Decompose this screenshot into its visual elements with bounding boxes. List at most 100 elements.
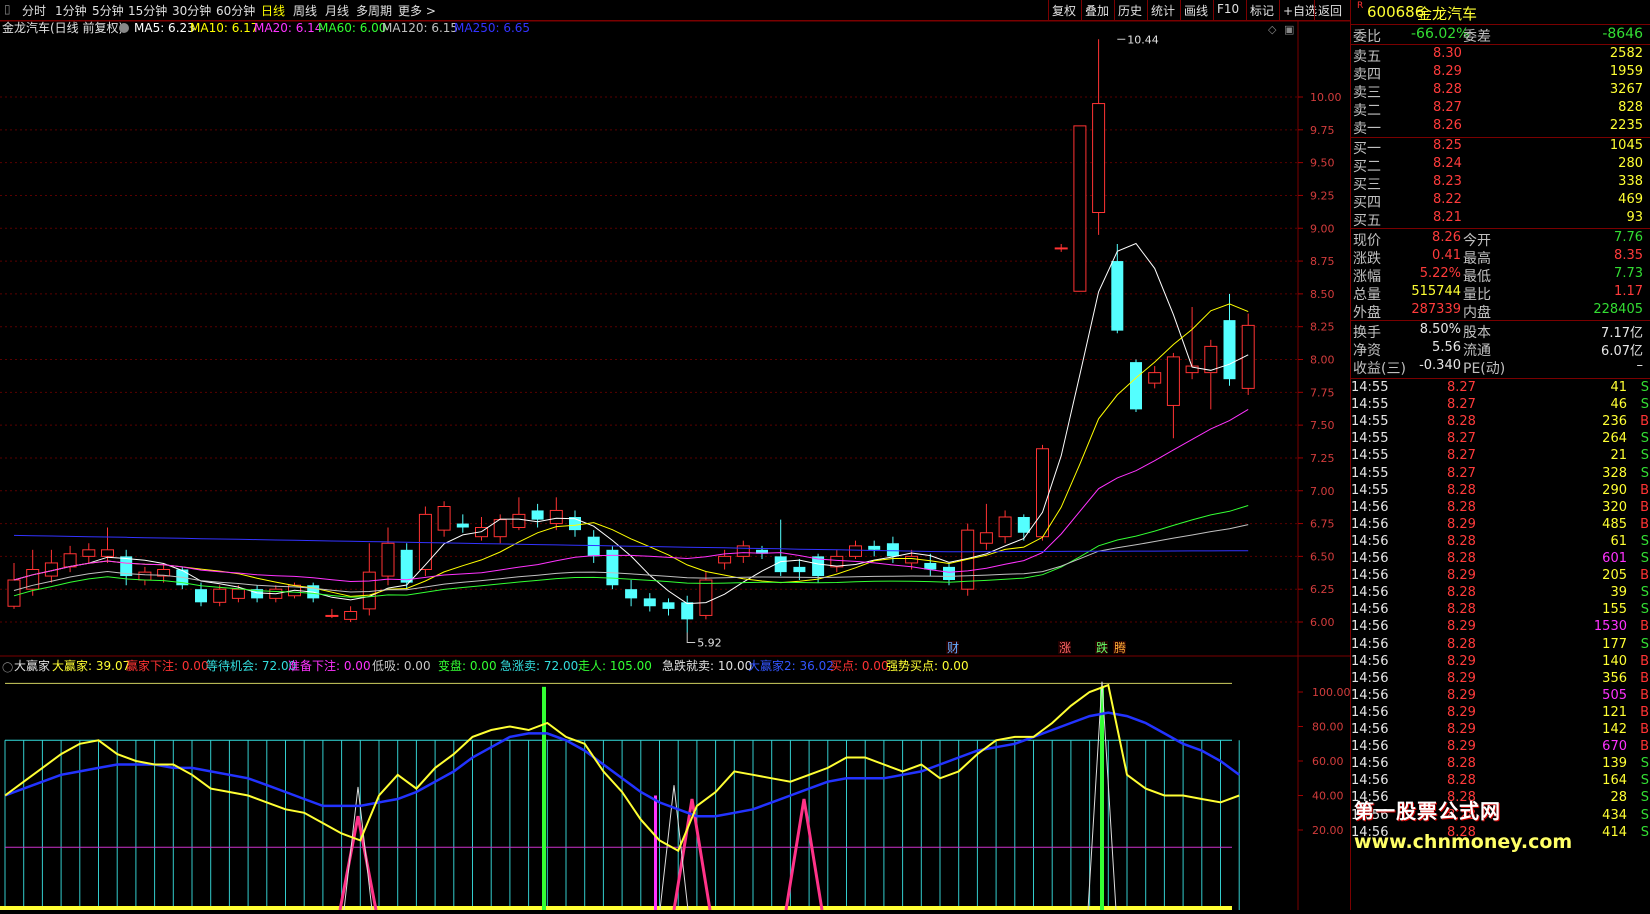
tick-price: 8.28 [1447, 602, 1476, 618]
toolbar-button-1[interactable]: 叠加 [1085, 2, 1109, 19]
period-tab-2[interactable]: 5分钟 [92, 2, 124, 19]
tick-price: 8.27 [1447, 465, 1476, 481]
period-tab-3[interactable]: 15分钟 [128, 2, 167, 19]
level-volume: 93 [1626, 210, 1643, 225]
toolbar-button-8[interactable]: 返回 [1318, 2, 1342, 19]
ma-label-4: MA120: 6.15 [382, 21, 458, 35]
window-icon: ▣ [1284, 23, 1294, 36]
trade-tick-row: 14:55 8.27 41 S [1351, 380, 1650, 397]
candle-body-up [979, 532, 993, 544]
tick-time: 14:56 [1351, 636, 1389, 652]
period-tab-9[interactable]: 多周期 [356, 2, 392, 19]
fund-label: 净资 [1353, 343, 1381, 359]
toolbar-separator [1314, 0, 1315, 20]
level-volume: 2235 [1609, 118, 1643, 133]
candle-body-up [1092, 103, 1106, 213]
tick-price: 8.29 [1447, 704, 1476, 720]
tick-side: B [1640, 414, 1649, 430]
period-tab-7[interactable]: 周线 [293, 2, 317, 19]
ma250-line [13, 534, 1249, 553]
level-label: 卖二 [1353, 103, 1381, 119]
price-tick-label: 7.00 [1310, 485, 1335, 498]
period-tab-0[interactable]: 分时 [22, 2, 46, 19]
stat-row-0: 现价 8.26 今开 7.76 [1351, 230, 1650, 249]
level-label: 买二 [1353, 159, 1381, 175]
candle-body-down [195, 589, 207, 603]
candle-body-down [1130, 362, 1142, 410]
tick-side: S [1640, 397, 1649, 413]
toolbar-button-0[interactable]: 复权 [1052, 2, 1076, 19]
margin-tag: R [1357, 1, 1364, 11]
toolbar-button-6[interactable]: 标记 [1250, 2, 1274, 19]
period-tab-8[interactable]: 月线 [325, 2, 349, 19]
divider [1351, 378, 1650, 379]
settings-dot-icon[interactable] [119, 23, 129, 33]
toolbar-button-5[interactable]: F10 [1217, 2, 1239, 16]
period-tab-10[interactable]: 更多 > [398, 2, 436, 19]
price-tick-label: 6.25 [1310, 583, 1335, 596]
toolbar-button-4[interactable]: 画线 [1184, 2, 1208, 19]
fund-label: 流通 [1463, 343, 1491, 359]
indicator-label-3: 准备下注: 0.00 [288, 658, 371, 673]
tick-time: 14:56 [1351, 773, 1389, 789]
tick-time: 14:55 [1351, 431, 1389, 447]
toolbar-button-3[interactable]: 统计 [1151, 2, 1175, 19]
toolbar-separator [1147, 0, 1148, 20]
level-volume: 338 [1618, 174, 1643, 189]
level-price: 8.30 [1433, 46, 1462, 61]
trade-tick-row: 14:56 8.29 140 B [1351, 654, 1650, 671]
chart-area[interactable]: 10.00 9.75 9.50 9.25 9.00 8.75 8.50 8.25 8.00 7.7… [0, 20, 1351, 911]
period-tab-4[interactable]: 30分钟 [172, 2, 211, 19]
tick-time: 14:56 [1351, 653, 1389, 669]
tick-time: 14:56 [1351, 619, 1389, 635]
toolbar-separator [1213, 0, 1214, 20]
buy-level-2: 买二 8.24 280 [1351, 156, 1650, 175]
level-price: 8.25 [1433, 138, 1462, 153]
tick-volume: 328 [1602, 465, 1627, 481]
tick-volume: 177 [1602, 636, 1627, 652]
fundamental-row-1: 净资 5.56 流通 6.07亿 [1351, 340, 1650, 359]
period-tab-5[interactable]: 60分钟 [216, 2, 255, 19]
weicha-label: 委差 [1463, 29, 1491, 45]
tick-price: 8.28 [1447, 499, 1476, 515]
tick-volume: 290 [1602, 482, 1627, 498]
tick-volume: 236 [1602, 414, 1627, 430]
tick-price: 8.29 [1447, 568, 1476, 584]
tick-price: 8.27 [1447, 397, 1476, 413]
candle-body-down [456, 523, 469, 528]
tick-time: 14:56 [1351, 551, 1389, 566]
toolbar-button-7[interactable]: +自选 [1283, 2, 1317, 19]
stat-row-2: 涨幅 5.22% 最低 7.73 [1351, 266, 1650, 285]
stat-label: 总量 [1353, 287, 1381, 303]
window-menu-icon[interactable]: ▯ [4, 2, 11, 16]
tick-price: 8.29 [1447, 687, 1476, 703]
sell-level-5: 卖五 8.30 2582 [1351, 46, 1650, 65]
candle-body-down [587, 536, 600, 557]
trade-tick-row: 14:56 8.28 320 B [1351, 500, 1650, 517]
stat-label: 最高 [1463, 251, 1491, 267]
stat-label: 现价 [1353, 233, 1381, 249]
period-tab-1[interactable]: 1分钟 [55, 2, 87, 19]
tick-price: 8.27 [1447, 448, 1476, 464]
stock-code: 600686 [1367, 3, 1425, 21]
indicator-label-0: 大赢家: 39.07 [52, 658, 130, 673]
tick-price: 8.28 [1447, 482, 1476, 498]
trade-tick-row: 14:56 8.28 164 S [1351, 773, 1650, 790]
level-price: 8.27 [1433, 100, 1462, 115]
tick-time: 14:55 [1351, 465, 1389, 481]
tick-side: B [1640, 619, 1649, 635]
indicator-label-1: 赢家下注: 0.00 [126, 658, 209, 673]
divider [1351, 228, 1650, 229]
tick-side: S [1640, 431, 1649, 447]
toolbar-button-2[interactable]: 历史 [1118, 2, 1142, 19]
tick-side: S [1640, 551, 1649, 566]
quote-panel: R 600686 金龙汽车 委比 -66.02% 委差 -8646 卖五 8.30 2582 卖四 8… [1350, 0, 1650, 910]
kline-chart[interactable]: 10.00 9.75 9.50 9.25 9.00 8.75 8.50 8.25 8.00 7.7… [0, 20, 1351, 911]
period-tab-6[interactable]: 日线 [261, 2, 285, 19]
candle-body-down [681, 602, 694, 620]
tick-price: 8.29 [1447, 619, 1476, 635]
tick-side: B [1640, 670, 1649, 686]
tick-volume: 205 [1602, 568, 1627, 584]
tick-side: B [1640, 568, 1649, 584]
buy-level-4: 买四 8.22 469 [1351, 192, 1650, 211]
